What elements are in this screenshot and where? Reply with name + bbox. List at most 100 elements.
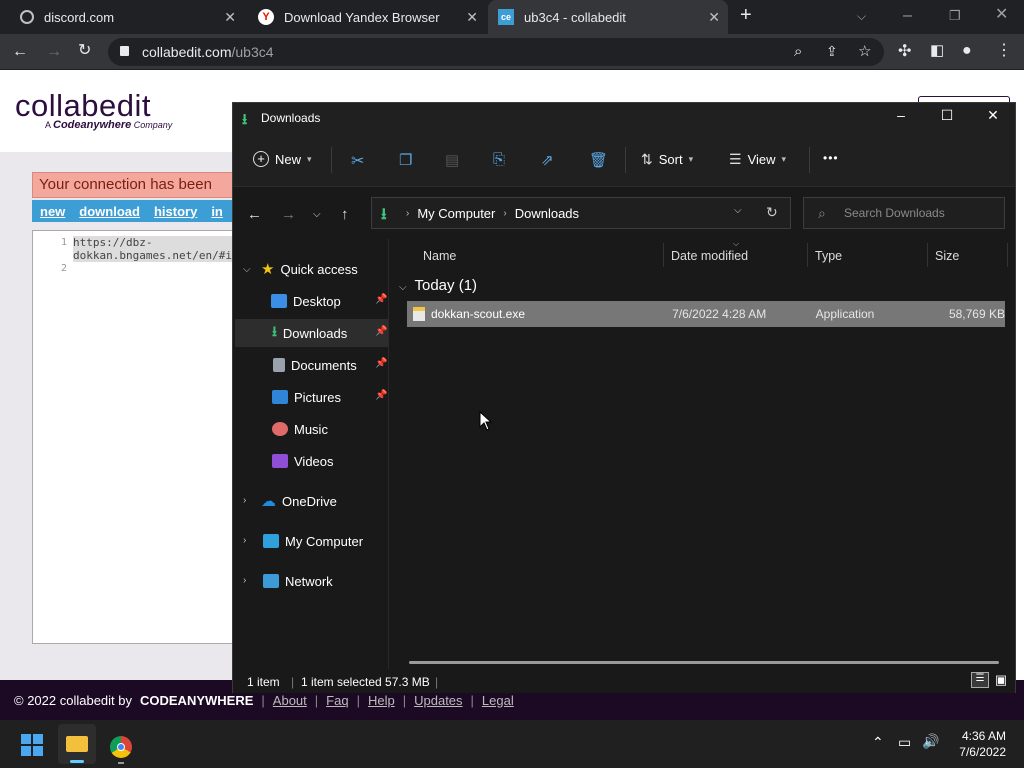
chrome-taskbar-button[interactable]	[106, 724, 136, 764]
recent-locations-icon[interactable]: ⌵	[313, 209, 321, 220]
paste-icon[interactable]: ▤	[445, 151, 459, 169]
sort-indicator-icon: ⌵	[733, 239, 740, 248]
pin-icon[interactable]: 📌	[375, 294, 387, 305]
rename-icon[interactable]: ⎘	[493, 151, 505, 168]
file-explorer-taskbar-button[interactable]	[58, 724, 96, 764]
more-options-button[interactable]: •••	[823, 151, 839, 165]
details-view-icon[interactable]: ☰	[971, 672, 989, 688]
side-panel-icon[interactable]: ◧	[930, 43, 944, 59]
column-header-name[interactable]: Name	[423, 249, 456, 263]
tab-discord[interactable]: discord.com ✕	[8, 0, 244, 34]
breadcrumb-my-computer[interactable]: My Computer	[417, 206, 495, 221]
windows-start-icon[interactable]	[21, 734, 43, 756]
sidebar-item-network[interactable]: › Network	[233, 567, 388, 595]
sidebar-item-documents[interactable]: Documents 📌	[235, 351, 388, 379]
sort-button[interactable]: ⇅ Sort ▾	[641, 151, 693, 168]
link-history[interactable]: history	[154, 204, 197, 219]
share-icon[interactable]: ⇪	[826, 43, 838, 60]
chevron-right-icon: ›	[243, 495, 247, 506]
chevron-down-icon[interactable]: ⌵	[734, 205, 742, 216]
group-header[interactable]: ⌵ Today (1)	[399, 277, 477, 294]
footer-link-updates[interactable]: Updates	[414, 693, 462, 708]
address-bar[interactable]: collabedit.com/ub3c4 ⌕ ⇪ ☆	[108, 38, 884, 66]
close-window-icon[interactable]: ✕	[995, 7, 1008, 23]
column-divider[interactable]	[663, 243, 664, 267]
back-icon[interactable]: ←	[247, 206, 262, 223]
tab-close-icon[interactable]: ✕	[224, 9, 236, 26]
link-new[interactable]: new	[40, 204, 65, 219]
display-icon[interactable]: ▭	[898, 734, 911, 751]
minimize-icon[interactable]: –	[903, 8, 912, 24]
column-header-type[interactable]: Type	[815, 249, 842, 263]
copy-icon[interactable]: ❐	[399, 151, 412, 169]
new-button[interactable]: + New ▾	[253, 151, 312, 167]
sidebar-item-onedrive[interactable]: › ☁ OneDrive	[233, 487, 388, 515]
extensions-icon[interactable]: ✣	[898, 44, 911, 60]
minimize-icon[interactable]: –	[879, 107, 923, 129]
zoom-icon[interactable]: ⌕	[794, 43, 802, 60]
up-icon[interactable]: ↑	[341, 206, 349, 223]
restore-icon[interactable]: ❐	[949, 8, 961, 24]
bookmark-star-icon[interactable]: ☆	[858, 42, 871, 60]
status-bar: 1 item | 1 item selected 57.3 MB | ☰ ▣	[233, 669, 1015, 693]
code-text[interactable]: https://dbz- dokkan.bngames.net/en/#i	[73, 236, 232, 262]
footer-link-faq[interactable]: Faq	[326, 693, 348, 708]
sidebar-item-music[interactable]: Music	[235, 415, 388, 443]
column-divider[interactable]	[807, 243, 808, 267]
sidebar-item-pictures[interactable]: Pictures 📌	[235, 383, 388, 411]
pin-icon[interactable]: 📌	[375, 390, 387, 401]
breadcrumb[interactable]: ⭳ › My Computer › Downloads ⌵ ↻	[371, 197, 791, 229]
link-download[interactable]: download	[79, 204, 140, 219]
search-input[interactable]: ⌕ Search Downloads	[803, 197, 1005, 229]
pin-icon[interactable]: 📌	[375, 326, 387, 337]
sidebar-item-my-computer[interactable]: › My Computer	[233, 527, 388, 555]
sidebar-item-videos[interactable]: Videos	[235, 447, 388, 475]
breadcrumb-downloads[interactable]: Downloads	[515, 206, 579, 221]
cut-icon[interactable]: ✂	[351, 151, 364, 171]
volume-icon[interactable]: 🔊	[922, 733, 939, 750]
footer-link-help[interactable]: Help	[368, 693, 395, 708]
code-editor[interactable]: 1 2 https://dbz- dokkan.bngames.net/en/#…	[32, 230, 242, 644]
tab-search-icon[interactable]: ⌵	[857, 8, 866, 24]
tab-close-icon[interactable]: ✕	[708, 9, 720, 26]
close-icon[interactable]: ✕	[971, 107, 1015, 129]
refresh-icon[interactable]: ↻	[766, 204, 778, 221]
forward-icon[interactable]: →	[281, 206, 296, 223]
column-divider[interactable]	[927, 243, 928, 267]
system-clock[interactable]: 4:36 AM 7/6/2022	[959, 728, 1006, 760]
new-tab-button[interactable]: +	[740, 5, 752, 25]
menu-icon[interactable]: ⋮	[996, 43, 1012, 59]
start-tile	[21, 746, 31, 756]
sidebar-label: Quick access	[280, 261, 358, 277]
column-divider[interactable]	[1007, 243, 1008, 267]
back-icon[interactable]: ←	[12, 44, 28, 60]
pin-icon[interactable]: 📌	[375, 358, 387, 369]
tab-title: Download Yandex Browser	[284, 9, 440, 25]
sidebar-label: Music	[294, 421, 328, 437]
chevron-up-icon[interactable]: ⌃	[872, 734, 884, 751]
view-button[interactable]: ☰ View ▾	[729, 151, 786, 168]
delete-icon[interactable]: 🗑	[589, 151, 608, 169]
maximize-icon[interactable]: ☐	[925, 107, 969, 129]
tiles-view-icon[interactable]: ▣	[993, 672, 1009, 688]
file-row[interactable]: dokkan-scout.exe 7/6/2022 4:28 AM Applic…	[407, 301, 1005, 327]
sidebar-item-downloads[interactable]: ⭳ Downloads 📌	[235, 319, 388, 347]
reload-icon[interactable]: ↻	[78, 43, 91, 59]
sidebar-item-quick-access[interactable]: ⌵ ★ Quick access	[233, 255, 388, 283]
horizontal-scrollbar[interactable]	[409, 661, 999, 664]
footer-link-about[interactable]: About	[273, 693, 307, 708]
view-label: View	[747, 152, 776, 167]
tab-collabedit[interactable]: ce ub3c4 - collabedit ✕	[488, 0, 728, 34]
footer-link-legal[interactable]: Legal	[482, 693, 514, 708]
sort-label: Sort	[658, 152, 683, 167]
share-icon[interactable]: ⇗	[541, 151, 554, 169]
column-header-size[interactable]: Size	[935, 249, 959, 263]
tab-yandex[interactable]: Y Download Yandex Browser ✕	[248, 0, 486, 34]
window-titlebar[interactable]: ⭳ Downloads – ☐ ✕	[233, 103, 1015, 133]
link-info[interactable]: in	[211, 204, 223, 219]
tab-close-icon[interactable]: ✕	[466, 9, 478, 26]
sidebar-item-desktop[interactable]: Desktop 📌	[235, 287, 388, 315]
forward-icon[interactable]: →	[46, 44, 62, 60]
column-header-date[interactable]: Date modified	[671, 249, 748, 263]
profile-icon[interactable]: ●	[962, 43, 972, 59]
